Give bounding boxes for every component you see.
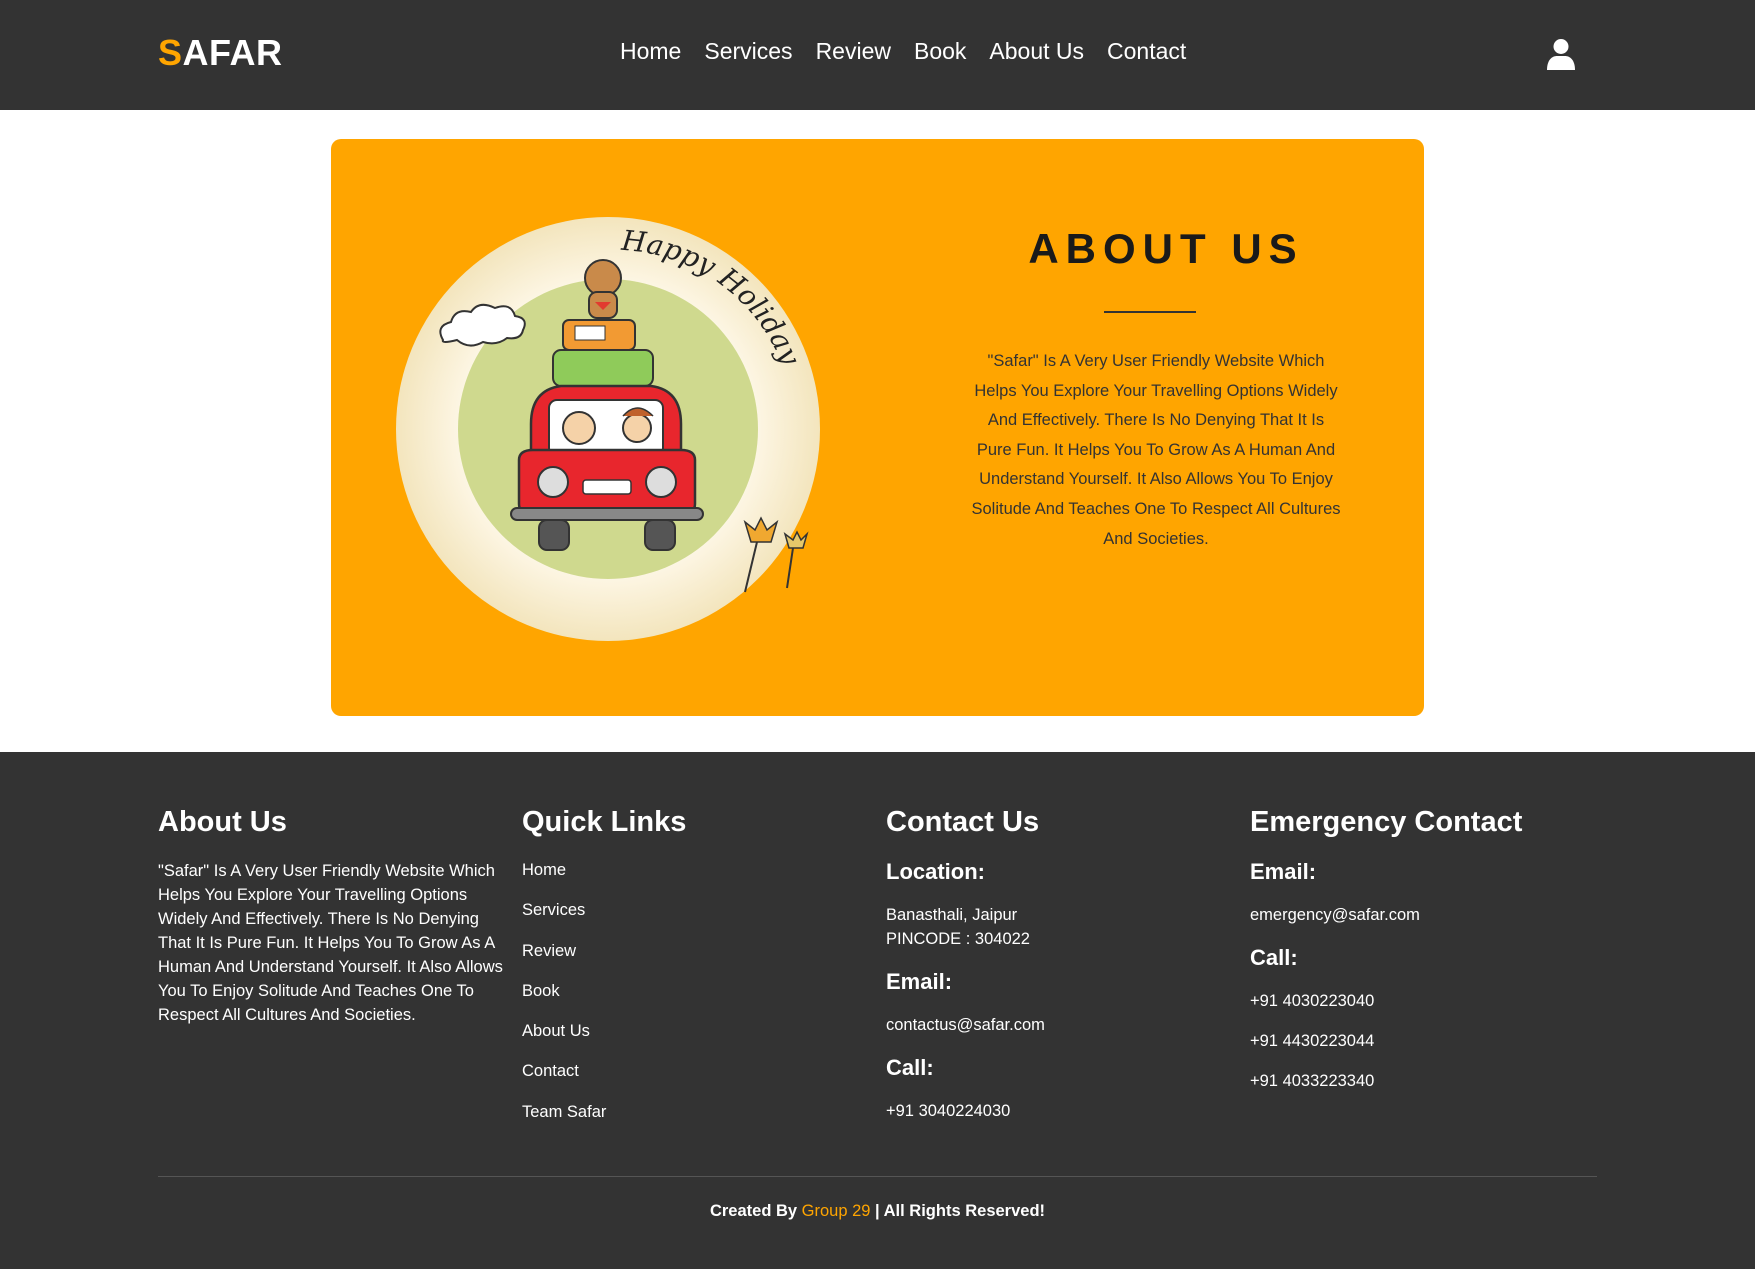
about-card: Happy Holiday! ABOUT US "Safar" Is A Ver… (331, 139, 1424, 716)
nav-services[interactable]: Services (704, 38, 792, 65)
quick-link-about-us[interactable]: About Us (522, 1020, 822, 1060)
emergency-email-label: Email: (1250, 859, 1317, 884)
emergency-phone-2[interactable]: +91 4430223044 (1250, 1029, 1590, 1053)
contact-call-label: Call: (886, 1055, 934, 1080)
nav-contact[interactable]: Contact (1107, 38, 1186, 65)
footer-quick-links: Quick Links Home Services Review Book Ab… (522, 806, 822, 1141)
contact-heading: Contact Us (886, 806, 1040, 838)
site-footer: About Us "Safar" Is A Very User Friendly… (0, 752, 1755, 1269)
credit-prefix: Created By (709, 1202, 802, 1220)
footer-divider (158, 1176, 1597, 1177)
footer-about-heading: About Us (158, 806, 287, 838)
quick-links-heading: Quick Links (522, 806, 687, 838)
footer-contact: Contact Us Location: Banasthali, Jaipur … (886, 806, 1206, 1123)
footer-about-text: "Safar" Is A Very User Friendly Website … (158, 862, 503, 1024)
nav-home[interactable]: Home (620, 38, 681, 65)
emergency-phone-1[interactable]: +91 4030223040 (1250, 989, 1590, 1013)
emergency-email[interactable]: emergency@safar.com (1250, 903, 1590, 927)
nav-book[interactable]: Book (914, 38, 966, 65)
quick-link-review[interactable]: Review (522, 940, 822, 980)
contact-email[interactable]: contactus@safar.com (886, 1013, 1206, 1037)
quick-link-services[interactable]: Services (522, 899, 822, 939)
page-title: ABOUT US (1028, 225, 1304, 272)
site-logo[interactable]: SAFAR (158, 32, 283, 74)
emergency-phone-3[interactable]: +91 4033223340 (1250, 1069, 1590, 1093)
contact-phone[interactable]: +91 3040224030 (886, 1099, 1206, 1123)
logo-accent-letter: S (158, 32, 183, 73)
title-divider (1104, 311, 1196, 313)
footer-emergency: Emergency Contact Email: emergency@safar… (1250, 806, 1590, 1093)
contact-email-label: Email: (886, 969, 953, 994)
footer-credit: Created By Group 29 | All Rights Reserve… (0, 1202, 1755, 1221)
logo-text: AFAR (182, 32, 283, 73)
nav-about-us[interactable]: About Us (989, 38, 1084, 65)
emergency-call-label: Call: (1250, 945, 1298, 970)
quick-link-book[interactable]: Book (522, 980, 822, 1020)
happy-holiday-illustration: Happy Holiday! (391, 212, 820, 641)
location-label: Location: (886, 859, 985, 884)
emergency-heading: Emergency Contact (1250, 806, 1523, 838)
quick-link-team-safar[interactable]: Team Safar (522, 1101, 822, 1141)
credit-suffix: | All Rights Reserved! (870, 1202, 1046, 1220)
quick-link-contact[interactable]: Contact (522, 1060, 822, 1100)
credit-group: Group 29 (801, 1202, 871, 1220)
footer-about: About Us "Safar" Is A Very User Friendly… (158, 806, 503, 1027)
location-line1: Banasthali, Jaipur (886, 906, 1018, 924)
location-line2: PINCODE : 304022 (886, 930, 1030, 948)
nav-review[interactable]: Review (816, 38, 891, 65)
main-nav: Home Services Review Book About Us Conta… (620, 38, 1209, 65)
about-description: "Safar" Is A Very User Friendly Website … (971, 352, 1341, 548)
user-icon[interactable] (1546, 38, 1576, 70)
site-header: SAFAR Home Services Review Book About Us… (0, 0, 1755, 110)
quick-link-home[interactable]: Home (522, 859, 822, 899)
